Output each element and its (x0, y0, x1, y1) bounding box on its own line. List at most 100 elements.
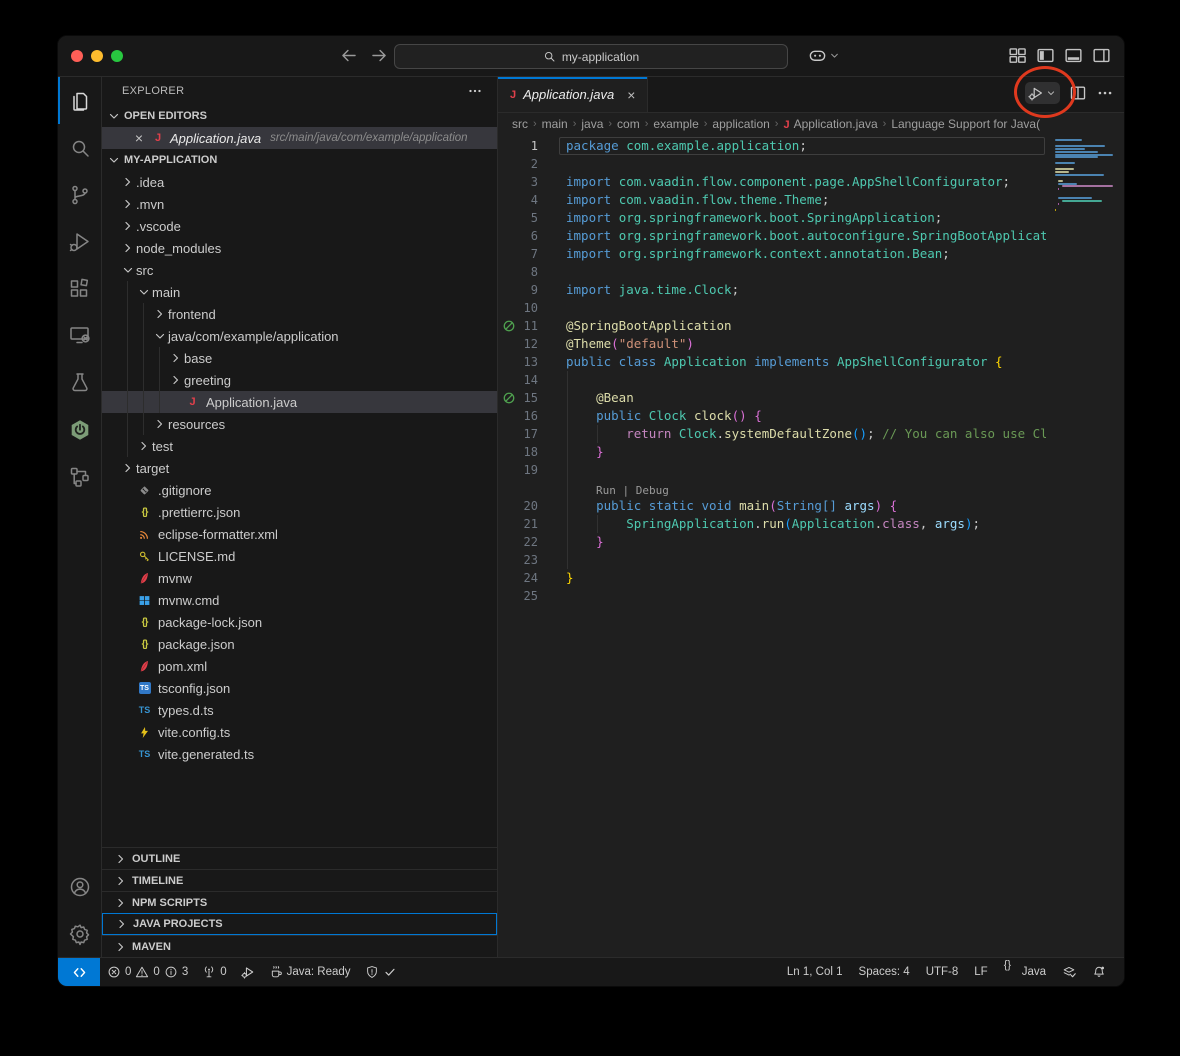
line-number: 5 (498, 209, 538, 227)
tree-item-target[interactable]: target (102, 457, 497, 479)
status-language-mode[interactable]: {}Java (996, 958, 1054, 986)
tree-item-src[interactable]: src (102, 259, 497, 281)
chevron-right-icon (120, 218, 136, 234)
activity-item-settings[interactable] (58, 910, 101, 957)
close-window-button[interactable] (71, 50, 83, 62)
command-center-search[interactable]: my-application (394, 44, 788, 69)
tree-item-vite-generated-ts[interactable]: TSvite.generated.ts (102, 743, 497, 765)
activity-item-explorer[interactable] (58, 77, 101, 124)
close-icon[interactable]: × (627, 87, 635, 103)
section-outline[interactable]: OUTLINE (102, 847, 497, 869)
section-npm-scripts[interactable]: NPM SCRIPTS (102, 891, 497, 913)
run-with-gear-icon (1028, 85, 1044, 101)
split-editor-icon[interactable] (1069, 84, 1087, 102)
status-ports[interactable]: 0 (195, 958, 233, 986)
section-maven[interactable]: MAVEN (102, 935, 497, 957)
status-remote-indicator[interactable] (58, 958, 100, 986)
status-problems[interactable]: 003 (100, 958, 195, 986)
copilot-menu[interactable] (808, 46, 841, 65)
tree-item-license-md[interactable]: LICENSE.md (102, 545, 497, 567)
back-arrow-icon[interactable] (339, 46, 358, 65)
code-text: @SpringBootApplication (566, 317, 1046, 335)
tree-item-package-json[interactable]: {}package.json (102, 633, 497, 655)
tree-item-types-d-ts[interactable]: TStypes.d.ts (102, 699, 497, 721)
traffic-lights (71, 50, 123, 62)
tree-item-frontend[interactable]: frontend (102, 303, 497, 325)
status-workspace-trust[interactable] (358, 958, 404, 986)
toggle-secondary-sidebar-icon[interactable] (1092, 46, 1111, 65)
status-indentation[interactable]: Spaces: 4 (851, 958, 918, 986)
breadcrumb-item[interactable]: application (712, 117, 769, 131)
breadcrumb-item[interactable]: com (617, 117, 640, 131)
tree-item-base[interactable]: base (102, 347, 497, 369)
tree-item-vite-config-ts[interactable]: vite.config.ts (102, 721, 497, 743)
zoom-window-button[interactable] (111, 50, 123, 62)
tab-application-java[interactable]: J Application.java × (498, 77, 648, 112)
status-java-status[interactable]: Java: Ready (262, 958, 358, 986)
tree-item-tsconfig-json[interactable]: TStsconfig.json (102, 677, 497, 699)
tree-item-package-lock-json[interactable]: {}package-lock.json (102, 611, 497, 633)
tree-item--vscode[interactable]: .vscode (102, 215, 497, 237)
tree-item-greeting[interactable]: greeting (102, 369, 497, 391)
tree-item-mvnw[interactable]: mvnw (102, 567, 497, 589)
status-cursor-position[interactable]: Ln 1, Col 1 (779, 958, 851, 986)
breadcrumb-item[interactable]: src (512, 117, 528, 131)
code-text: @Theme("default") (566, 335, 1046, 353)
activity-item-extensions[interactable] (58, 265, 101, 312)
project-root-header[interactable]: MY-APPLICATION (102, 149, 497, 171)
tree-item-mvnw-cmd[interactable]: mvnw.cmd (102, 589, 497, 611)
activity-item-run-and-debug[interactable] (58, 218, 101, 265)
breadcrumb-item[interactable]: Language Support for Java( (891, 117, 1040, 131)
activity-bar-top (58, 77, 101, 500)
activity-item-remote-explorer[interactable] (58, 312, 101, 359)
tree-item-eclipse-formatter-xml[interactable]: eclipse-formatter.xml (102, 523, 497, 545)
tree-item--prettierrc-json[interactable]: {}.prettierrc.json (102, 501, 497, 523)
more-actions-icon[interactable] (467, 83, 483, 99)
tree-item-main[interactable]: main (102, 281, 497, 303)
breadcrumb-item[interactable]: JApplication.java (783, 117, 877, 131)
indent-guide (127, 303, 128, 325)
code-editor[interactable]: 1package com.example.application;23impor… (498, 135, 1124, 957)
tree-item--mvn[interactable]: .mvn (102, 193, 497, 215)
status-formatter-status[interactable] (1054, 958, 1084, 986)
breadcrumb-item[interactable]: main (542, 117, 568, 131)
activity-item-spring-boot-dashboard[interactable] (58, 406, 101, 453)
status-encoding[interactable]: UTF-8 (918, 958, 967, 986)
close-icon[interactable]: × (132, 130, 146, 146)
open-editor-item[interactable]: × J Application.java src/main/java/com/e… (102, 127, 497, 149)
status-notifications[interactable] (1084, 958, 1114, 986)
section-timeline[interactable]: TIMELINE (102, 869, 497, 891)
breadcrumb-separator: › (533, 118, 537, 130)
activity-item-testing[interactable] (58, 359, 101, 406)
chevron-down-icon (152, 328, 168, 344)
tree-item-test[interactable]: test (102, 435, 497, 457)
run-java-button[interactable] (1025, 82, 1060, 104)
section-java-projects[interactable]: JAVA PROJECTS (102, 913, 497, 935)
chevron-down-icon[interactable] (1045, 87, 1057, 99)
chevron-right-icon (120, 460, 136, 476)
minimize-window-button[interactable] (91, 50, 103, 62)
tree-item-java-com-example-application[interactable]: java/com/example/application (102, 325, 497, 347)
customize-layout-icon[interactable] (1008, 46, 1027, 65)
toggle-primary-sidebar-icon[interactable] (1036, 46, 1055, 65)
activity-item-source-control[interactable] (58, 171, 101, 218)
tree-item-application-java[interactable]: JApplication.java (102, 391, 497, 413)
breadcrumb-item[interactable]: java (581, 117, 603, 131)
tree-item-resources[interactable]: resources (102, 413, 497, 435)
breadcrumb-item[interactable]: example (653, 117, 698, 131)
activity-item-search[interactable] (58, 124, 101, 171)
status-run-java[interactable] (234, 958, 262, 986)
tree-item--idea[interactable]: .idea (102, 171, 497, 193)
forward-arrow-icon[interactable] (370, 46, 389, 65)
tree-item-label: frontend (168, 307, 216, 322)
status-eol[interactable]: LF (966, 958, 995, 986)
tree-item--gitignore[interactable]: .gitignore (102, 479, 497, 501)
tree-item-node-modules[interactable]: node_modules (102, 237, 497, 259)
open-editors-header[interactable]: OPEN EDITORS (102, 105, 497, 127)
tree-item-pom-xml[interactable]: pom.xml (102, 655, 497, 677)
tab-bar: J Application.java × (498, 77, 1124, 113)
toggle-panel-icon[interactable] (1064, 46, 1083, 65)
activity-item-accounts[interactable] (58, 863, 101, 910)
activity-item-project-graph[interactable] (58, 453, 101, 500)
more-actions-icon[interactable] (1096, 84, 1114, 102)
